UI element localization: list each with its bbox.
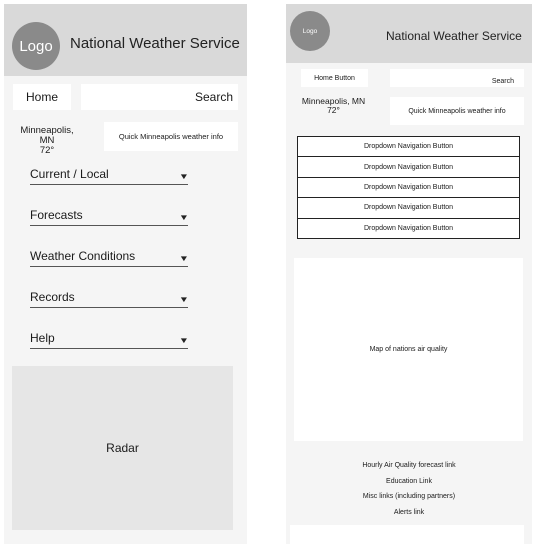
dropdown-navigation-button[interactable]: Dropdown Navigation Button — [297, 136, 520, 158]
radar-label: Radar — [106, 441, 139, 455]
chevron-down-icon: ▼ — [178, 213, 190, 222]
wireframe-right: Logo National Weather Service Home Butto… — [286, 4, 532, 544]
footer-block — [290, 525, 524, 544]
nav-dropdown-records[interactable]: Records ▼ — [30, 287, 190, 308]
chevron-down-icon: ▼ — [178, 336, 190, 345]
air-quality-forecast-link[interactable]: Hourly Air Quality forecast link — [286, 460, 532, 476]
search-input[interactable]: Search — [390, 69, 524, 87]
dropdown-navigation-button[interactable]: Dropdown Navigation Button — [297, 176, 520, 199]
location-temp: 72° — [327, 105, 340, 115]
home-button[interactable]: Home — [13, 84, 71, 110]
chevron-down-icon: ▼ — [178, 295, 190, 304]
radar-panel[interactable]: Radar — [12, 366, 233, 530]
nav-dropdown-label: Help — [30, 331, 55, 345]
dropdown-navigation-button[interactable]: Dropdown Navigation Button — [297, 156, 520, 178]
logo[interactable]: Logo — [290, 11, 330, 51]
header: Logo National Weather Service — [286, 4, 532, 63]
location-city: Minneapolis, MN — [20, 125, 74, 146]
nav-dropdown-current-local[interactable]: Current / Local ▼ — [30, 164, 190, 185]
nav-dropdown-label: Weather Conditions — [30, 249, 136, 263]
chevron-down-icon: ▼ — [178, 172, 190, 181]
location-info: Minneapolis, MN 72° — [12, 126, 82, 156]
home-button[interactable]: Home Button — [301, 69, 368, 87]
location-temp: 72° — [39, 145, 55, 156]
logo[interactable]: Logo — [12, 22, 60, 70]
dropdown-navigation-button[interactable]: Dropdown Navigation Button — [297, 197, 520, 219]
wireframe-left: Logo National Weather Service Home Searc… — [4, 4, 247, 544]
dropdown-navigation-button[interactable]: Dropdown Navigation Button — [297, 217, 520, 239]
nav-dropdown-help[interactable]: Help ▼ — [30, 328, 190, 349]
map-label: Map of nations air quality — [369, 346, 448, 353]
misc-links[interactable]: Misc links (including partners) — [286, 491, 532, 507]
search-input[interactable]: Search — [81, 84, 238, 110]
alerts-link[interactable]: Alerts link — [286, 507, 532, 523]
nav-dropdown-weather-conditions[interactable]: Weather Conditions ▼ — [30, 246, 190, 267]
header: Logo National Weather Service — [4, 4, 247, 76]
education-link[interactable]: Education Link — [286, 476, 532, 492]
nav-dropdown-label: Records — [30, 290, 75, 304]
nav-dropdown-forecasts[interactable]: Forecasts ▼ — [30, 205, 190, 226]
site-title: National Weather Service — [70, 35, 240, 52]
air-quality-map[interactable]: Map of nations air quality — [294, 258, 523, 441]
chevron-down-icon: ▼ — [178, 254, 190, 263]
footer-links: Hourly Air Quality forecast link Educati… — [286, 460, 532, 522]
site-title: National Weather Service — [386, 29, 522, 43]
quick-weather-info[interactable]: Quick Minneapolis weather info — [390, 97, 524, 125]
nav-dropdown-label: Forecasts — [30, 208, 83, 222]
dropdown-navigation-list: Dropdown Navigation Button Dropdown Navi… — [297, 136, 520, 239]
quick-weather-info[interactable]: Quick Minneapolis weather info — [104, 122, 238, 151]
location-info: Minneapolis, MN 72° — [296, 97, 371, 115]
nav-dropdown-label: Current / Local — [30, 167, 109, 181]
